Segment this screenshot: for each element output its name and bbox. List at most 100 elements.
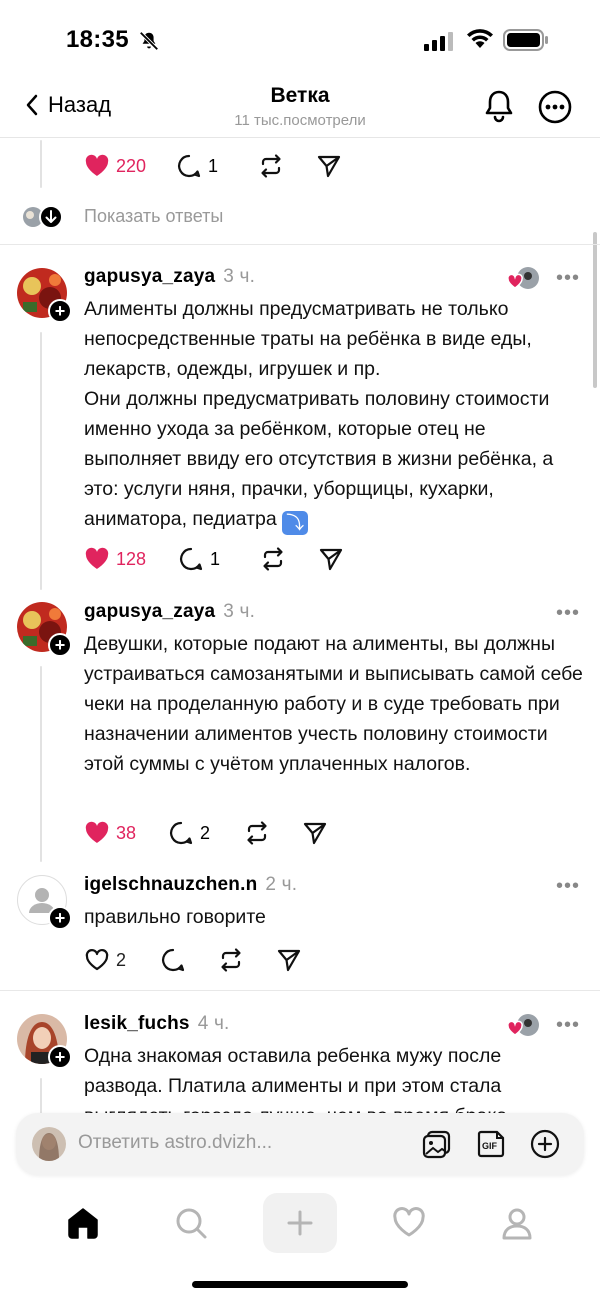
post-text: правильно говорите	[84, 902, 584, 932]
comment-icon	[162, 948, 185, 972]
comment-button[interactable]: 1	[176, 153, 218, 179]
repost-icon	[247, 821, 267, 845]
tab-home[interactable]	[56, 1196, 110, 1250]
arrow-down-emoji-icon: ⤵	[282, 511, 309, 535]
follow-button[interactable]: +	[48, 633, 72, 657]
post-more-button[interactable]: •••	[556, 1015, 580, 1035]
more-icon	[538, 90, 572, 124]
repost-button[interactable]	[258, 153, 284, 179]
gif-button[interactable]: GIF	[474, 1127, 508, 1161]
tab-search[interactable]	[164, 1196, 218, 1250]
repost-icon	[263, 547, 283, 571]
comment-icon	[170, 821, 193, 845]
post-paragraph: Алименты должны предусматривать не тольк…	[84, 298, 532, 380]
attach-image-button[interactable]	[420, 1127, 454, 1161]
post-username[interactable]: gapusya_zaya 3 ч.	[84, 601, 255, 623]
reply-input[interactable]	[78, 1132, 398, 1154]
repost-button[interactable]	[244, 820, 270, 846]
comment-button[interactable]: 1	[178, 546, 220, 572]
thread-line	[40, 666, 42, 862]
share-icon	[317, 155, 341, 178]
post-time: 4 ч.	[197, 1013, 230, 1034]
comment-icon	[178, 154, 201, 178]
search-icon	[176, 1208, 207, 1239]
post-paragraph-text: Они должны предусматривать половину стои…	[84, 388, 554, 530]
repost-icon	[261, 154, 281, 178]
more-options-button[interactable]	[538, 90, 572, 129]
share-button[interactable]	[302, 820, 328, 846]
share-button[interactable]	[318, 546, 344, 572]
home-indicator	[192, 1281, 408, 1288]
tab-create[interactable]	[263, 1193, 337, 1253]
thread-line	[40, 332, 42, 590]
share-icon	[319, 548, 343, 571]
show-replies-avatars[interactable]	[22, 205, 66, 229]
thread-line	[40, 1078, 42, 1114]
follow-button[interactable]: +	[48, 299, 72, 323]
tab-activity[interactable]	[382, 1196, 436, 1250]
plus-icon	[287, 1210, 313, 1236]
post-text: Алименты должны предусматривать не тольк…	[84, 294, 584, 535]
post-paragraph: Одна знакомая оставила ребенка мужу посл…	[84, 1045, 507, 1113]
show-replies-link[interactable]: Показать ответы	[84, 206, 223, 227]
username-link[interactable]: lesik_fuchs	[84, 1013, 190, 1034]
person-icon	[502, 1208, 532, 1240]
post-text: Девушки, которые подают на алименты, вы …	[84, 629, 584, 779]
username-link[interactable]: gapusya_zaya	[84, 601, 215, 622]
share-icon	[303, 822, 327, 845]
follow-button[interactable]: +	[48, 906, 72, 930]
share-button[interactable]	[276, 947, 302, 973]
reply-avatars-icon	[23, 205, 63, 229]
like-button[interactable]: 128	[84, 547, 146, 571]
like-count: 38	[116, 822, 137, 843]
post-more-button[interactable]: •••	[556, 603, 580, 623]
add-button[interactable]	[528, 1127, 562, 1161]
like-button[interactable]: 220	[84, 154, 146, 178]
svg-text:GIF: GIF	[482, 1141, 498, 1151]
bell-icon	[485, 90, 513, 123]
comment-count: 1	[210, 548, 221, 569]
mute-icon	[139, 31, 159, 51]
post-more-button[interactable]: •••	[556, 876, 580, 896]
comment-count: 1	[208, 155, 219, 176]
thread-line	[40, 140, 42, 188]
repost-button[interactable]	[218, 947, 244, 973]
follow-button[interactable]: +	[48, 1045, 72, 1069]
divider	[0, 244, 600, 245]
comment-button[interactable]: 2	[168, 820, 210, 846]
post-paragraph: Они должны предусматривать половину стои…	[84, 384, 584, 535]
like-button[interactable]: 2	[84, 948, 126, 972]
scrollbar[interactable]	[593, 232, 597, 388]
like-button[interactable]: 38	[84, 821, 136, 845]
comment-button[interactable]	[160, 947, 186, 973]
username-link[interactable]: gapusya_zaya	[84, 266, 215, 287]
heart-outline-icon	[85, 949, 109, 971]
repost-icon	[221, 948, 241, 972]
share-icon	[277, 949, 301, 972]
my-avatar	[32, 1127, 66, 1161]
status-time: 18:35	[66, 26, 129, 53]
post-paragraph: правильно говорите	[84, 906, 266, 928]
image-icon	[422, 1130, 451, 1159]
notifications-button[interactable]	[482, 88, 516, 129]
nav-header: Назад Ветка 11 тыс.посмотрели	[0, 78, 600, 138]
post-username[interactable]: igelschnauzchen.n 2 ч.	[84, 874, 297, 896]
like-count: 220	[116, 155, 147, 176]
post-username[interactable]: gapusya_zaya 3 ч.	[84, 266, 255, 288]
signal-icon	[424, 32, 453, 51]
heart-icon	[85, 154, 109, 176]
comment-icon	[180, 547, 203, 571]
repost-button[interactable]	[260, 546, 286, 572]
like-count: 128	[116, 548, 147, 569]
post-paragraph: Девушки, которые подают на алименты, вы …	[84, 633, 583, 775]
post-time: 3 ч.	[223, 266, 256, 287]
post-more-button[interactable]: •••	[556, 268, 580, 288]
post-username[interactable]: lesik_fuchs 4 ч.	[84, 1013, 230, 1035]
post-actions: 2	[84, 947, 302, 973]
home-icon	[68, 1208, 98, 1239]
tab-profile[interactable]	[490, 1196, 544, 1250]
wifi-icon	[467, 29, 493, 48]
username-link[interactable]: igelschnauzchen.n	[84, 874, 257, 895]
share-button[interactable]	[316, 153, 342, 179]
divider	[0, 990, 600, 991]
